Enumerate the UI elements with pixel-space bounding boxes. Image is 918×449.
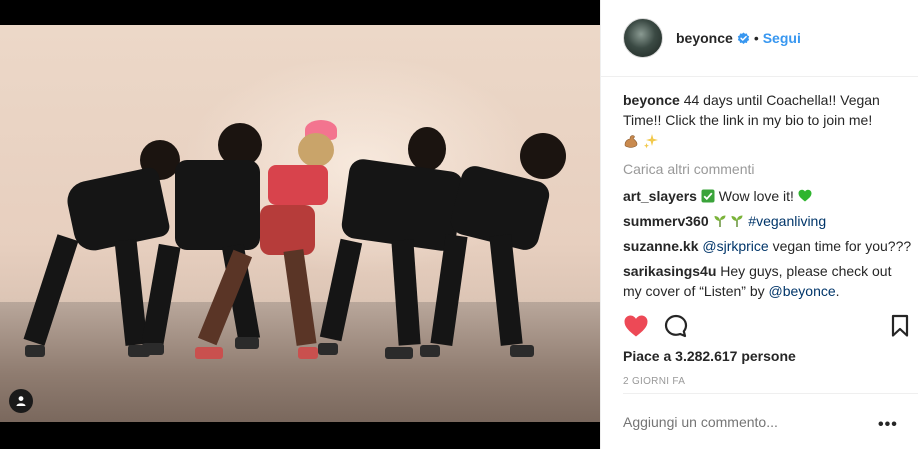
post-side-panel: beyonce • Segui beyonce 44 days until Co… bbox=[600, 0, 918, 449]
comment-username[interactable]: summerv360 bbox=[623, 213, 709, 229]
comment-item: sarikasings4u Hey guys, please check out… bbox=[623, 261, 913, 301]
add-comment-input[interactable] bbox=[623, 414, 863, 430]
comments-list: beyonce 44 days until Coachella!! Vegan … bbox=[623, 90, 913, 302]
post-media bbox=[0, 0, 600, 449]
caption-username[interactable]: beyonce bbox=[623, 92, 680, 108]
separator-dot: • bbox=[753, 30, 759, 46]
likes-count[interactable]: Piace a 3.282.617 persone bbox=[623, 348, 796, 364]
follow-button[interactable]: Segui bbox=[763, 30, 801, 46]
comment-username[interactable]: suzanne.kk bbox=[623, 238, 698, 254]
divider bbox=[623, 393, 918, 394]
seedling-icon bbox=[714, 215, 726, 227]
hashtag-link[interactable]: #veganliving bbox=[748, 213, 826, 229]
check-mark-icon bbox=[701, 189, 715, 203]
green-heart-icon bbox=[798, 189, 812, 202]
comment-suffix: . bbox=[835, 283, 840, 299]
post-timestamp[interactable]: 2 GIORNI FA bbox=[623, 376, 685, 387]
seedling-icon bbox=[731, 215, 743, 227]
mention-link[interactable]: @sjrkprice bbox=[702, 238, 768, 254]
flexed-biceps-icon bbox=[624, 135, 638, 148]
caption: beyonce 44 days until Coachella!! Vegan … bbox=[623, 90, 913, 150]
mention-link[interactable]: @beyonce bbox=[769, 283, 836, 299]
heart-icon[interactable] bbox=[623, 314, 649, 338]
instagram-post: beyonce • Segui beyonce 44 days until Co… bbox=[0, 0, 918, 449]
avatar[interactable] bbox=[623, 18, 663, 58]
more-options-icon[interactable]: ••• bbox=[878, 416, 898, 434]
bookmark-icon[interactable] bbox=[890, 314, 910, 338]
comment-text: vegan time for you??? bbox=[772, 238, 912, 254]
comment-text: Wow love it! bbox=[718, 188, 794, 204]
author-username[interactable]: beyonce bbox=[676, 30, 733, 46]
comment-icon[interactable] bbox=[664, 314, 688, 338]
comment-item: art_slayers Wow love it! bbox=[623, 186, 913, 206]
load-more-comments-button[interactable]: Carica altri commenti bbox=[623, 160, 913, 178]
comment-item: summerv360 #veganliving bbox=[623, 211, 913, 231]
comment-item: suzanne.kk @sjrkprice vegan time for you… bbox=[623, 236, 913, 256]
comment-username[interactable]: sarikasings4u bbox=[623, 263, 716, 279]
sparkles-icon bbox=[644, 134, 658, 149]
post-photo[interactable] bbox=[0, 25, 600, 422]
action-bar bbox=[623, 314, 913, 342]
post-header: beyonce • Segui bbox=[601, 0, 918, 77]
verified-badge-icon bbox=[737, 31, 749, 44]
tagged-people-icon[interactable] bbox=[9, 389, 33, 413]
comment-username[interactable]: art_slayers bbox=[623, 188, 697, 204]
